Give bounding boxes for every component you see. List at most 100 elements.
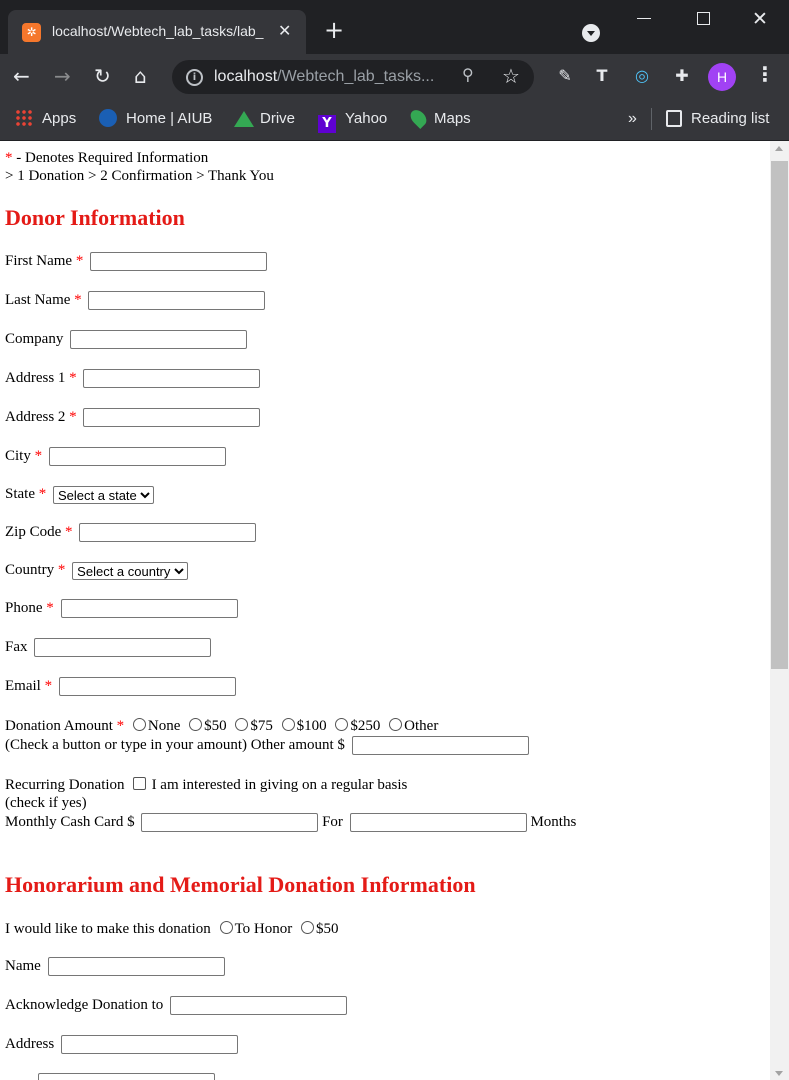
bookmarks-bar: Apps Home | AIUB Drive Y Yahoo Maps » Rea… — [0, 100, 789, 141]
reading-list-button[interactable]: Reading list — [666, 108, 769, 130]
close-tab-icon[interactable]: ✕ — [278, 21, 291, 40]
required-note-text: - Denotes Required Information — [12, 150, 209, 166]
site-info-icon[interactable]: i — [186, 69, 203, 86]
extension-t-icon[interactable]: T — [590, 64, 614, 88]
last-name-row: Last Name * — [5, 291, 266, 311]
honor-row: I would like to make this donation To Ho… — [5, 920, 339, 938]
extension-circle-icon[interactable]: ◎ — [630, 64, 654, 88]
last-name-label: Last Name — [5, 292, 71, 308]
for-label: For — [322, 814, 343, 830]
honor-name-input[interactable] — [47, 957, 225, 977]
monthly-amount-input[interactable] — [141, 813, 319, 833]
state-label: State — [5, 486, 35, 502]
donation-radio-75[interactable] — [235, 718, 249, 731]
honor-address-label: Address — [5, 1036, 55, 1052]
city-input[interactable] — [48, 447, 226, 467]
recurring-checkbox[interactable] — [132, 777, 146, 790]
state-select[interactable]: Select a state — [53, 485, 154, 504]
bookmark-label: Yahoo — [345, 110, 388, 127]
phone-row: Phone * — [5, 599, 238, 619]
profile-avatar[interactable]: H — [708, 63, 736, 91]
honor-option-label: To Honor — [234, 921, 293, 937]
donation-option-label: Other — [404, 718, 439, 734]
email-row: Email * — [5, 677, 236, 697]
donation-radio-none[interactable] — [132, 718, 146, 731]
zip-input[interactable] — [79, 523, 257, 543]
forward-arrow-icon[interactable]: → — [54, 62, 71, 90]
donation-option-label: None — [147, 718, 181, 734]
scroll-down-arrow-icon[interactable] — [775, 1071, 783, 1076]
reload-icon[interactable]: ↻ — [94, 62, 111, 90]
country-select[interactable]: Select a country — [72, 561, 189, 580]
donation-option-label: $75 — [250, 718, 273, 734]
back-arrow-icon[interactable]: ← — [13, 62, 30, 90]
honor-city-input[interactable] — [37, 1073, 215, 1080]
minimize-icon[interactable] — [637, 18, 651, 19]
months-label: Months — [530, 814, 577, 830]
tab-search-icon[interactable] — [582, 24, 600, 42]
address-bar[interactable]: i localhost/Webtech_lab_tasks... ⚲ ☆ — [172, 60, 534, 94]
bookmark-drive[interactable]: Drive — [234, 108, 295, 130]
more-bookmarks-icon[interactable]: » — [628, 108, 637, 130]
extensions-puzzle-icon[interactable]: ✚ — [670, 64, 694, 88]
address2-input[interactable] — [83, 408, 261, 428]
scroll-thumb[interactable] — [771, 161, 788, 669]
browser-chrome: ✲ localhost/Webtech_lab_tasks/lab_ ✕ + ✕… — [0, 0, 789, 141]
required-star: * — [46, 600, 54, 616]
browser-toolbar: ← → ↻ ⌂ i localhost/Webtech_lab_tasks...… — [0, 54, 789, 100]
required-note: * - Denotes Required Information — [5, 149, 208, 167]
acknowledge-input[interactable] — [170, 996, 348, 1016]
required-star: * — [74, 292, 82, 308]
donation-radio-50[interactable] — [189, 718, 203, 731]
new-tab-icon[interactable]: + — [324, 18, 344, 42]
country-label: Country — [5, 562, 55, 578]
state-row: State * Select a state — [5, 485, 154, 504]
zoom-icon[interactable]: ⚲ — [462, 65, 474, 84]
bookmark-label: Drive — [260, 110, 296, 127]
donation-radio-100[interactable] — [281, 718, 295, 731]
other-amount-input[interactable] — [351, 736, 529, 756]
country-row: Country * Select a country — [5, 561, 189, 580]
maximize-icon[interactable] — [697, 12, 710, 25]
bookmark-apps[interactable]: Apps — [15, 108, 76, 130]
active-tab[interactable]: ✲ localhost/Webtech_lab_tasks/lab_ ✕ — [8, 10, 306, 54]
first-name-input[interactable] — [90, 252, 268, 272]
bookmark-home-aiub[interactable]: Home | AIUB — [99, 108, 212, 130]
extension-pen-icon[interactable]: ✎ — [553, 64, 577, 88]
menu-kebab-icon[interactable]: ⋮ — [755, 62, 775, 86]
bookmark-yahoo[interactable]: Y Yahoo — [318, 108, 388, 133]
url-text: localhost/Webtech_lab_tasks... — [214, 68, 450, 86]
scroll-up-arrow-icon[interactable] — [775, 146, 783, 151]
acknowledge-row: Acknowledge Donation to — [5, 996, 348, 1016]
fax-input[interactable] — [34, 638, 212, 658]
phone-input[interactable] — [60, 599, 238, 619]
tab-strip: ✲ localhost/Webtech_lab_tasks/lab_ ✕ + ✕ — [0, 0, 789, 54]
zip-label: Zip Code — [5, 524, 62, 540]
bookmark-star-icon[interactable]: ☆ — [502, 64, 520, 88]
window-close-icon[interactable]: ✕ — [752, 8, 768, 30]
recurring-checkbox-label: I am interested in giving on a regular b… — [151, 777, 408, 793]
zip-row: Zip Code * — [5, 523, 257, 543]
months-input[interactable] — [349, 813, 527, 833]
bookmark-label: Maps — [434, 110, 471, 127]
honor-address-input[interactable] — [60, 1035, 238, 1055]
donation-radio-other[interactable] — [389, 718, 403, 731]
next-row-partial — [5, 1073, 215, 1080]
other-amount-row: (Check a button or type in your amount) … — [5, 736, 529, 756]
address1-input[interactable] — [83, 369, 261, 389]
recurring-row: Recurring Donation I am interested in giv… — [5, 776, 407, 794]
vertical-scrollbar[interactable] — [770, 141, 789, 1080]
city-row: City * — [5, 447, 226, 467]
donation-radio-250[interactable] — [335, 718, 349, 731]
honor-radio-50[interactable] — [301, 921, 315, 934]
required-star: * — [44, 678, 53, 694]
bookmark-maps[interactable]: Maps — [407, 107, 471, 130]
tab-title: localhost/Webtech_lab_tasks/lab_ — [52, 23, 264, 39]
company-input[interactable] — [70, 330, 248, 350]
home-icon[interactable]: ⌂ — [134, 62, 147, 90]
honor-radio-to-honor[interactable] — [219, 921, 233, 934]
last-name-input[interactable] — [88, 291, 266, 311]
monthly-label: Monthly Cash Card $ — [5, 814, 135, 830]
honor-name-row: Name — [5, 957, 225, 977]
email-input[interactable] — [58, 677, 236, 697]
